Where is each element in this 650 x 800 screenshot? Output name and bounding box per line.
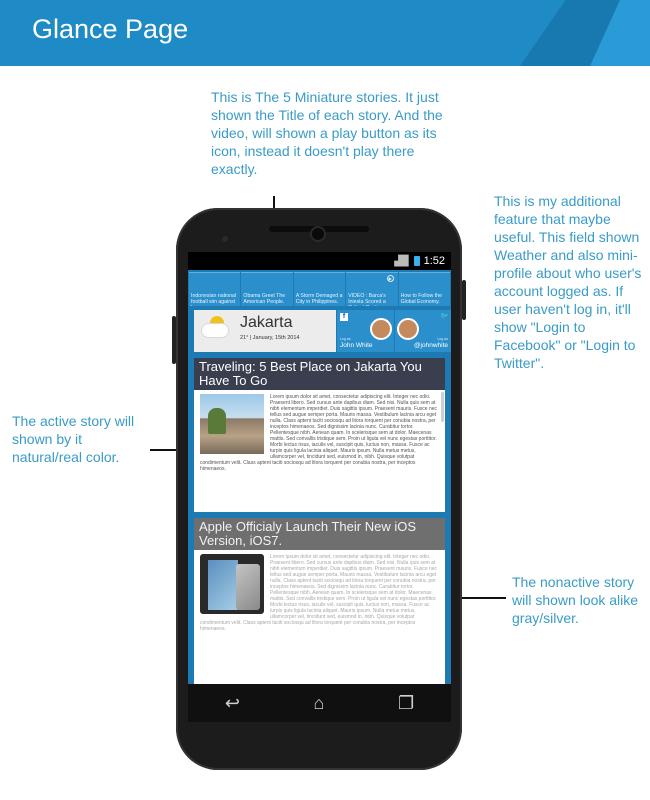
signal-icon: ▟▉ [394, 255, 410, 267]
mini-story-video[interactable]: ▶ VIDEO : Barca's Iniesta Scored a Criti… [346, 272, 398, 306]
phone-side-button[interactable] [172, 316, 176, 364]
mini-profile: f Log as John White 🐦 Log as @johnwhite [336, 310, 451, 352]
cloud-icon [202, 324, 228, 337]
app-screen: ▟▉ 1:52 Indonesian national football win… [188, 252, 451, 684]
mini-story-title: VIDEO : Barca's Iniesta Scored a Critica… [348, 293, 386, 306]
back-icon[interactable]: ↩ [225, 693, 240, 714]
annotation-weather-profile: This is my additional feature that maybe… [494, 193, 642, 371]
status-bar: ▟▉ 1:52 [188, 252, 451, 270]
phone-sensor [222, 236, 228, 242]
weather-profile-bar: Jakarta 21° | January, 15th 2014 f Log a… [188, 310, 451, 352]
annotation-active-story: The active story will shown by it natura… [12, 413, 135, 465]
home-icon[interactable]: ⌂ [314, 693, 325, 714]
mini-story[interactable]: A Storm Demaged a City in Philippines. [293, 272, 346, 306]
story-card-active[interactable]: Traveling: 5 Best Place on Jakarta You H… [194, 358, 445, 512]
annotation-mini-stories: This is The 5 Miniature stories. It just… [211, 89, 443, 177]
page-title: Glance Page [32, 14, 189, 44]
story-title: Traveling: 5 Best Place on Jakarta You H… [194, 358, 445, 390]
mini-stories-bar: Indonesian national football win against… [188, 270, 451, 306]
story-body: Lorem ipsum dolor sit amet, consectetur … [194, 550, 445, 684]
phone-camera [312, 228, 324, 240]
play-icon: ▶ [386, 275, 394, 282]
story-body: Lorem ipsum dolor sit amet, consectetur … [194, 390, 445, 512]
facebook-profile[interactable]: f Log as John White [337, 310, 394, 352]
mini-story-title: Obama Greet The American People. [243, 293, 286, 305]
weather-temp-date: 21° | January, 15th 2014 [240, 335, 300, 341]
battery-icon [413, 256, 420, 266]
facebook-log-label: Log as [340, 337, 351, 341]
mini-story[interactable]: How to Follow the Global Economy. [398, 272, 451, 306]
header-banner: Glance Page [0, 0, 650, 66]
navigation-bar: ↩ ⌂ ❐ [188, 684, 451, 722]
recents-icon[interactable]: ❐ [398, 693, 414, 714]
annotation-inactive-story: The nonactive story will shown look alik… [512, 574, 639, 626]
mini-story[interactable]: Obama Greet The American People. [241, 272, 293, 306]
twitter-username: @johnwhite [413, 342, 448, 349]
phone-device: ▟▉ 1:52 Indonesian national football win… [172, 208, 466, 770]
story-scrollbar[interactable] [441, 392, 444, 422]
twitter-icon: 🐦 [440, 313, 449, 320]
mini-story-title: How to Follow the Global Economy. [400, 293, 442, 305]
story-image-iphone [200, 554, 264, 614]
weather-widget[interactable]: Jakarta 21° | January, 15th 2014 [194, 310, 336, 352]
avatar [369, 318, 392, 340]
mini-story-title: A Storm Demaged a City in Philippines. [295, 293, 343, 305]
mini-story-title: Indonesian national football win against… [191, 293, 236, 306]
story-title: Apple Officialy Launch Their New iOS Ver… [194, 518, 445, 550]
weather-city: Jakarta [240, 314, 293, 331]
phone-power-button[interactable] [462, 280, 466, 320]
mini-story[interactable]: Indonesian national football win against… [189, 272, 241, 306]
story-card-inactive[interactable]: Apple Officialy Launch Their New iOS Ver… [194, 518, 445, 684]
status-time: 1:52 [423, 255, 445, 267]
twitter-profile[interactable]: 🐦 Log as @johnwhite [394, 310, 451, 352]
twitter-log-label: Log as [437, 337, 448, 341]
story-image-street [200, 394, 264, 454]
avatar [396, 318, 419, 340]
facebook-username: John White [340, 342, 373, 349]
facebook-icon: f [340, 313, 348, 321]
